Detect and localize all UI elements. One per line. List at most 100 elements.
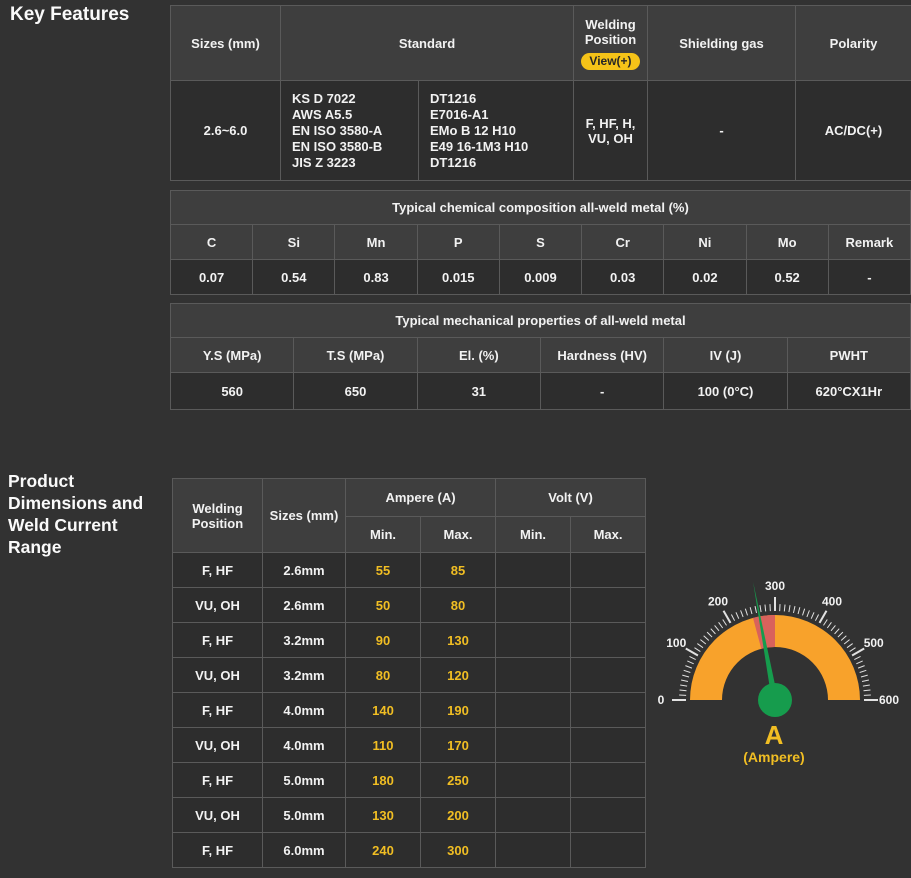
chem-value-cell: 0.015 bbox=[416, 259, 500, 295]
cell-pos: VU, OH bbox=[172, 727, 263, 763]
gauge-major-tick bbox=[722, 610, 732, 624]
mechanical-table-title: Typical mechanical properties of all-wel… bbox=[170, 303, 911, 338]
cell-volt_max bbox=[570, 692, 647, 728]
section-title: Product Dimensions and Weld Current Rang… bbox=[8, 471, 144, 557]
cell-volt_max bbox=[570, 762, 647, 798]
gauge-tick-label: 600 bbox=[879, 693, 899, 707]
gauge-minor-tick bbox=[806, 610, 810, 618]
chem-header-cell: S bbox=[498, 224, 583, 260]
gauge-minor-tick bbox=[694, 647, 701, 652]
gauge-minor-tick bbox=[680, 684, 688, 687]
cell-pos: VU, OH bbox=[172, 587, 263, 623]
chem-value-cell: 0.03 bbox=[581, 259, 665, 295]
gauge-minor-tick bbox=[754, 605, 757, 614]
cell-size: 2.6mm bbox=[262, 552, 346, 588]
gauge-minor-tick bbox=[840, 635, 847, 641]
cell-polarity: AC/DC(+) bbox=[795, 80, 911, 181]
gauge-minor-tick bbox=[683, 669, 691, 673]
chem-header-cell: Mo bbox=[745, 224, 829, 260]
gauge-minor-tick bbox=[682, 674, 690, 678]
table-row: VU, OH 4.0mm 110 170 bbox=[172, 727, 647, 763]
spec-table: Sizes (mm) Standard Welding Position Vie… bbox=[170, 5, 911, 181]
table-row: F, HF 2.6mm 55 85 bbox=[172, 552, 647, 588]
cell-amp_max: 190 bbox=[419, 692, 497, 728]
gauge-minor-tick bbox=[759, 605, 762, 613]
cell-sizes: 2.6~6.0 bbox=[170, 80, 281, 181]
cell-amp_min: 50 bbox=[345, 587, 421, 623]
gauge-minor-tick bbox=[685, 665, 693, 669]
chem-header-cell: Remark bbox=[827, 224, 911, 260]
chem-value-cell: 0.83 bbox=[334, 259, 418, 295]
cell-amp_max: 130 bbox=[419, 622, 497, 658]
mech-value-cell: - bbox=[539, 372, 665, 410]
gauge-minor-tick bbox=[814, 614, 820, 621]
cell-volt_max bbox=[570, 797, 647, 833]
mech-header-cell: T.S (MPa) bbox=[293, 337, 418, 373]
mech-header-cell: IV (J) bbox=[663, 337, 788, 373]
gauge-tick-label: 100 bbox=[666, 636, 686, 650]
cell-size: 4.0mm bbox=[262, 727, 346, 763]
col-header-amp-min: Min. bbox=[345, 516, 421, 553]
gauge-minor-tick bbox=[700, 639, 707, 645]
gauge-minor-tick bbox=[714, 625, 720, 632]
mech-header-cell: PWHT bbox=[786, 337, 911, 373]
gauge-minor-tick bbox=[697, 643, 704, 649]
cell-size: 3.2mm bbox=[262, 622, 346, 658]
weld-current-table: Welding Position Sizes (mm) Ampere (A) V… bbox=[172, 478, 647, 868]
gauge-unit: A bbox=[765, 720, 784, 750]
welding-position-label: Welding Position bbox=[584, 16, 637, 47]
col-header-amp-max: Max. bbox=[419, 516, 497, 553]
gauge-minor-tick bbox=[679, 689, 687, 692]
gauge-minor-tick bbox=[861, 679, 870, 682]
cell-pos: VU, OH bbox=[172, 797, 263, 833]
gauge-minor-tick bbox=[854, 655, 861, 661]
gauge-major-tick bbox=[851, 647, 865, 657]
cell-amp_max: 300 bbox=[419, 832, 497, 868]
mech-value-cell: 100 (0°C) bbox=[663, 372, 788, 410]
chemical-header-row: C Si Mn P S Cr Ni Mo Remark bbox=[169, 224, 911, 260]
gauge-minor-tick bbox=[783, 604, 786, 612]
gauge-unit-label: (Ampere) bbox=[743, 749, 804, 765]
view-button[interactable]: View(+) bbox=[581, 52, 640, 70]
chem-value-cell: - bbox=[827, 259, 911, 295]
gauge-tick-label: 400 bbox=[822, 594, 842, 608]
gauge-minor-tick bbox=[826, 622, 832, 629]
table-row: F, HF 5.0mm 180 250 bbox=[172, 762, 647, 798]
cell-pos: F, HF bbox=[172, 552, 263, 588]
cell-volt_max bbox=[570, 657, 647, 693]
gauge-minor-tick bbox=[730, 614, 736, 621]
cell-amp_min: 55 bbox=[345, 552, 421, 588]
gauge-minor-tick bbox=[740, 610, 744, 618]
cell-pos: F, HF bbox=[172, 832, 263, 868]
cell-volt_max bbox=[570, 622, 647, 658]
cell-volt_min bbox=[495, 762, 572, 798]
cell-amp_max: 85 bbox=[419, 552, 497, 588]
mechanical-header-row: Y.S (MPa) T.S (MPa) El. (%) Hardness (HV) IV… bbox=[169, 337, 911, 373]
gauge-minor-tick bbox=[703, 635, 710, 641]
chem-header-cell: Cr bbox=[581, 224, 665, 260]
gauge-minor-tick bbox=[706, 631, 713, 638]
gauge-minor-tick bbox=[749, 607, 753, 615]
gauge-hub bbox=[758, 683, 792, 717]
gauge-minor-tick bbox=[710, 628, 716, 635]
chem-value-cell: 0.07 bbox=[169, 259, 254, 295]
cell-size: 4.0mm bbox=[262, 692, 346, 728]
col-header-ampere: Ampere (A) bbox=[344, 478, 497, 517]
gauge-minor-tick bbox=[689, 655, 696, 661]
cell-pos: F, HF bbox=[172, 692, 263, 728]
cell-volt_min bbox=[495, 797, 572, 833]
gauge-minor-tick bbox=[837, 631, 844, 638]
gauge-minor-tick bbox=[862, 684, 870, 687]
cell-amp_max: 120 bbox=[419, 657, 497, 693]
col-header-welding-position: Welding Position View(+) bbox=[573, 5, 648, 81]
cell-volt_min bbox=[495, 657, 572, 693]
cell-volt_max bbox=[570, 587, 647, 623]
cell-volt_min bbox=[495, 587, 572, 623]
cell-volt_max bbox=[570, 552, 647, 588]
gauge-minor-tick bbox=[680, 679, 689, 682]
cell-amp_max: 170 bbox=[419, 727, 497, 763]
chemical-value-row: 0.07 0.54 0.83 0.015 0.009 0.03 0.02 0.52- bbox=[169, 259, 911, 295]
chem-header-cell: Mn bbox=[334, 224, 418, 260]
gauge-minor-tick bbox=[788, 605, 791, 613]
cell-volt_min bbox=[495, 552, 572, 588]
